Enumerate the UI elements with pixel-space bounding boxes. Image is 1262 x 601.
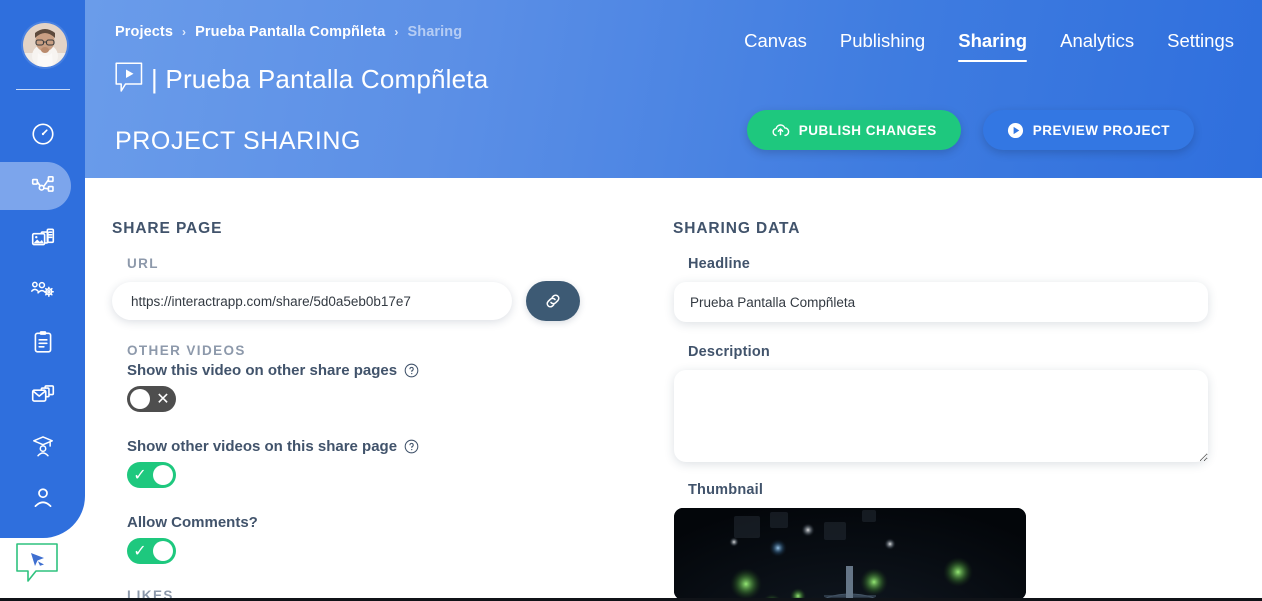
project-nodes-icon [31,175,54,192]
toggle-show-this-video: Show this video on other share pages ✕ [112,362,632,412]
question-circle-icon[interactable] [404,439,419,454]
description-textarea[interactable] [674,370,1208,462]
switch-state-glyph: ✓ [133,543,147,560]
sidebar [0,0,85,538]
team-settings-icon [30,281,54,297]
tab-sharing[interactable]: Sharing [958,30,1027,64]
app-root: Projects › Prueba Pantalla Compñleta › S… [0,0,1262,601]
link-chain-icon [546,294,560,308]
sidebar-item-team[interactable] [0,264,85,316]
media-library-icon [31,228,54,246]
header-actions: PUBLISH CHANGES PREVIEW PROJECT [746,110,1194,150]
tab-publishing[interactable]: Publishing [840,30,925,64]
toggle-label-row: Show this video on other share pages [127,362,632,379]
sidebar-item-forms[interactable] [0,316,85,368]
url-label: URL [127,256,159,271]
toggle-allow-comments: Allow Comments? ✓ [112,514,632,564]
share-page-title: SHARE PAGE [112,220,223,237]
breadcrumb-item-projects[interactable]: Projects [115,24,173,40]
question-circle-icon[interactable] [404,363,419,378]
sidebar-item-academy[interactable] [0,420,85,472]
video-project-icon [115,62,143,92]
sidebar-item-media[interactable] [0,212,85,264]
main-content: SHARE PAGE URL OTHER VIDEOS Show this vi… [85,178,1262,601]
project-title: | Prueba Pantalla Compñleta [151,64,488,95]
preview-project-label: PREVIEW PROJECT [1032,122,1170,138]
project-title-divider: | [151,63,158,94]
publish-changes-button[interactable]: PUBLISH CHANGES [746,110,961,150]
description-label: Description [688,344,770,360]
breadcrumb-item-project[interactable]: Prueba Pantalla Compñleta [195,24,385,40]
thumbnail-label: Thumbnail [688,482,764,498]
switch-show-this-video[interactable]: ✕ [127,386,176,412]
toggle-label-row: Show other videos on this share page [127,438,632,455]
breadcrumb-separator: › [394,25,399,39]
thumbnail-image [674,508,1026,600]
cloud-upload-icon [772,123,790,136]
project-title-text: Prueba Pantalla Compñleta [165,63,489,94]
breadcrumb-item-sharing: Sharing [407,24,463,40]
sidebar-nav [0,108,85,524]
feedback-button[interactable] [16,543,58,583]
publish-changes-label: PUBLISH CHANGES [798,122,937,138]
switch-allow-comments[interactable]: ✓ [127,538,176,564]
sidebar-item-dashboard[interactable] [0,108,85,160]
account-user-icon [34,488,51,507]
sharing-data-panel: SHARING DATA Headline Description Thumbn… [673,178,1233,600]
toggle-show-this-video-label: Show this video on other share pages [127,362,398,379]
headline-label: Headline [688,256,751,272]
sidebar-divider [16,89,70,90]
page-title: PROJECT SHARING [115,127,362,155]
thumbnail-preview[interactable] [674,508,1026,600]
switch-knob [153,465,173,485]
switch-state-glyph: ✕ [156,391,170,408]
toggle-show-other-videos: Show other videos on this share page ✓ [112,438,632,488]
sharing-data-title: SHARING DATA [673,220,801,237]
play-circle-icon [1007,122,1023,138]
feedback-cursor-icon [16,543,58,582]
toggle-allow-comments-label: Allow Comments? [127,514,258,531]
toggle-label-row: Allow Comments? [127,514,632,531]
top-tabs: Canvas Publishing Sharing Analytics Sett… [744,30,1234,64]
inbox-mail-icon [31,385,54,402]
tab-analytics[interactable]: Analytics [1060,30,1134,64]
project-title-row: | Prueba Pantalla Compñleta [115,62,488,96]
share-page-panel: SHARE PAGE URL OTHER VIDEOS Show this vi… [112,178,632,601]
other-videos-label: OTHER VIDEOS [127,343,246,358]
switch-knob [153,541,173,561]
sidebar-item-projects[interactable] [0,160,85,212]
url-input[interactable] [112,282,512,320]
switch-state-glyph: ✓ [133,467,147,484]
avatar[interactable] [23,23,67,67]
headline-input[interactable] [674,282,1208,322]
copy-link-button[interactable] [526,281,580,321]
tab-canvas[interactable]: Canvas [744,30,807,64]
toggle-show-other-videos-label: Show other videos on this share page [127,438,398,455]
clipboard-icon [34,331,51,353]
switch-knob [130,389,150,409]
sidebar-item-account[interactable] [0,472,85,524]
breadcrumb-separator: › [182,25,187,39]
dashboard-gauge-icon [31,123,54,145]
url-row [112,281,632,321]
page-header: Projects › Prueba Pantalla Compñleta › S… [85,0,1262,178]
preview-project-button[interactable]: PREVIEW PROJECT [982,110,1194,150]
sidebar-item-inbox[interactable] [0,368,85,420]
tab-settings[interactable]: Settings [1167,30,1234,64]
academy-icon [32,436,53,457]
switch-show-other-videos[interactable]: ✓ [127,462,176,488]
breadcrumb: Projects › Prueba Pantalla Compñleta › S… [115,24,462,40]
